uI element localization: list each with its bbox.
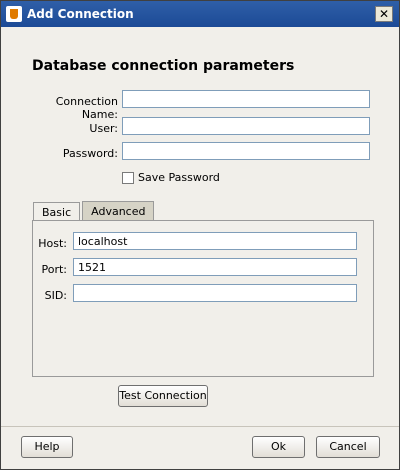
sid-input[interactable]	[73, 284, 357, 302]
footer-separator	[1, 426, 399, 427]
user-label: User:	[89, 122, 118, 135]
tab-advanced[interactable]: Advanced	[82, 201, 155, 221]
tab-basic[interactable]: Basic	[33, 202, 81, 222]
java-icon	[6, 6, 22, 22]
close-icon[interactable]: ✕	[375, 6, 393, 22]
dialog-content: Database connection parameters Connectio…	[1, 27, 399, 469]
save-password-checkbox[interactable]	[122, 171, 134, 184]
save-password-label: Save Password	[138, 171, 220, 184]
section-title: Database connection parameters	[32, 58, 295, 74]
test-connection-button[interactable]: Test Connection	[118, 385, 208, 407]
help-button[interactable]: Help	[21, 436, 73, 458]
connection-name-label: Connection Name:	[55, 95, 118, 121]
window-title: Add Connection	[27, 7, 134, 21]
port-label: Port:	[41, 263, 67, 276]
tab-strip: Basic Advanced	[33, 201, 156, 222]
add-connection-dialog: Add Connection ✕ Database connection par…	[0, 0, 400, 470]
user-input[interactable]	[122, 117, 370, 135]
title-bar[interactable]: Add Connection ✕	[1, 1, 399, 27]
password-label: Password:	[62, 147, 118, 160]
sid-label: SID:	[44, 289, 67, 302]
host-input[interactable]	[73, 232, 357, 250]
connection-name-input[interactable]	[122, 90, 370, 108]
ok-button[interactable]: Ok	[252, 436, 305, 458]
basic-tab-panel: Host: Port: SID:	[32, 220, 374, 377]
cancel-button[interactable]: Cancel	[316, 436, 380, 458]
save-password-row[interactable]: Save Password	[122, 171, 220, 184]
port-input[interactable]	[73, 258, 357, 276]
host-label: Host:	[38, 237, 67, 250]
password-input[interactable]	[122, 142, 370, 160]
